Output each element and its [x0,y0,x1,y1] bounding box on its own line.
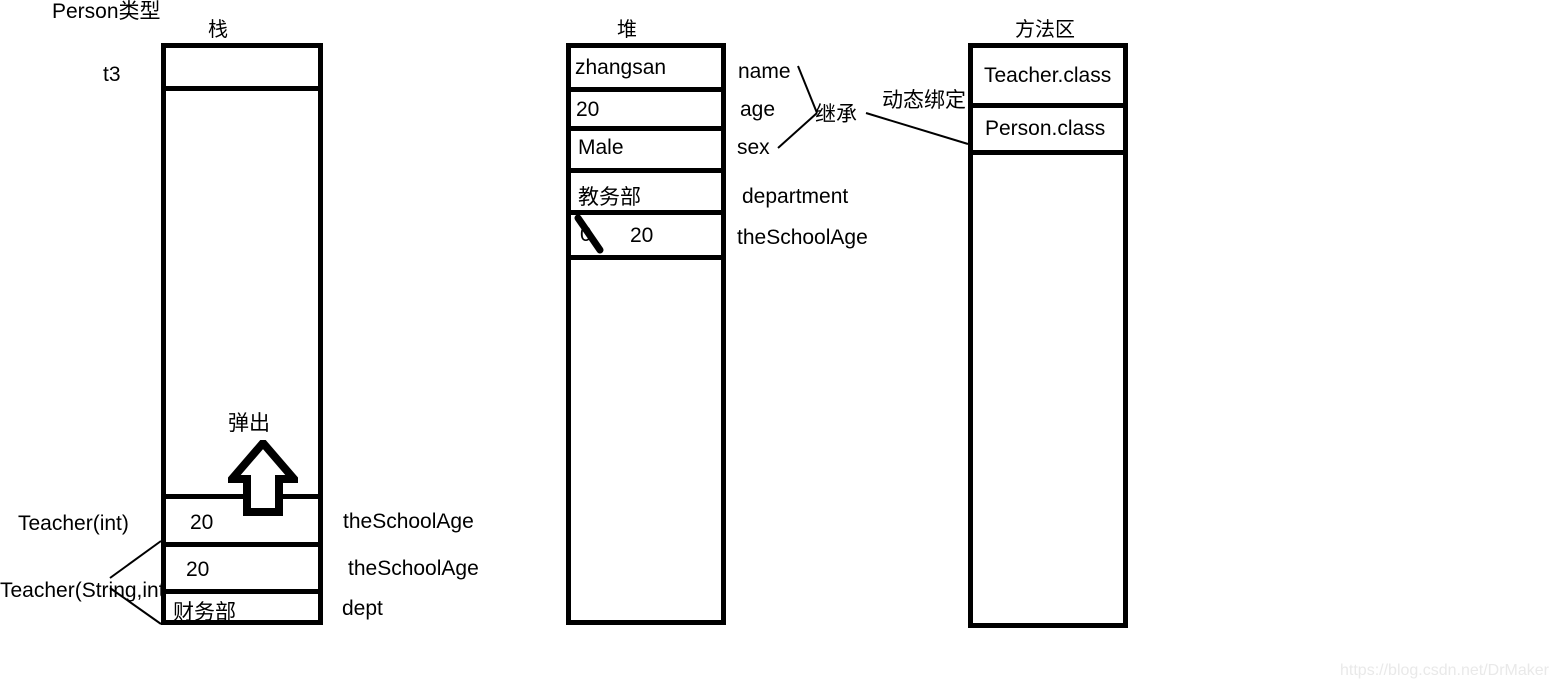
label-dynamic-binding: 动态绑定 [882,89,966,112]
heap-divider-2 [566,126,726,131]
stack-divider-4 [161,589,323,594]
heap-cell-value: Male [578,136,624,159]
stack-cell-value: 20 [190,511,214,534]
heap-cell-value: 20 [576,98,600,121]
stack-divider-3 [161,542,323,547]
heap-row-annotation: theSchoolAge [737,226,868,249]
heap-row-annotation: department [742,185,849,208]
heap-divider-1 [566,87,726,92]
label-t3: t3 [103,63,121,86]
stack-box [161,43,323,625]
heap-row-annotation: age [740,98,776,121]
watermark: https://blog.csdn.net/DrMaker [1340,662,1549,679]
heap-row-annotation: sex [737,136,770,159]
stack-divider-1 [161,86,323,91]
stack-row-annotation: theSchoolAge [348,557,479,580]
method-area-divider-2 [968,150,1128,155]
diagram-canvas: Person类型 t3 Teacher(int) Teacher(String,… [0,0,1559,688]
stack-row-annotation: theSchoolAge [343,510,474,533]
heap-cell-value: 教务部 [578,186,641,209]
heap-cell-value: zhangsan [575,56,667,79]
label-teacher-int: Teacher(int) [18,512,129,535]
method-area-divider-1 [968,103,1128,108]
pop-out-arrow-icon [228,440,298,516]
label-inherit: 继承 [815,103,857,126]
stack-row-annotation: dept [342,597,383,620]
heap-title: 堆 [617,19,637,41]
stack-cell-value: 20 [186,558,210,581]
label-pop-out: 弹出 [228,412,270,435]
label-person-type: Person类型 [52,0,161,23]
method-area-title: 方法区 [1015,19,1075,41]
heap-row-annotation: name [738,60,791,83]
heap-cell-value: 20 [630,224,654,247]
stack-cell-value: 财务部 [173,601,236,624]
method-area-cell-value: Teacher.class [984,64,1112,87]
heap-divider-5 [566,255,726,260]
stack-title: 栈 [208,19,228,41]
method-area-cell-value: Person.class [985,117,1106,140]
heap-divider-3 [566,168,726,173]
strikethrough-icon [574,214,604,254]
label-teacher-string-int: Teacher(String,int) [0,579,172,602]
